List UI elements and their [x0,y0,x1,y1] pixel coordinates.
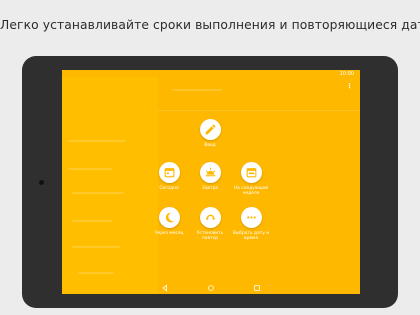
background-title [172,89,222,91]
repeat-icon [199,207,221,228]
status-time: 10:00 [339,70,354,77]
moon-icon [158,207,180,228]
option-next-month[interactable]: Через месяц [147,207,191,236]
background-list-item [72,246,120,248]
background-list-item [68,140,126,142]
app-screen: 10:00 ⋮ Ввод Сегодня Завтра На следующей… [62,70,360,294]
background-list-item [78,272,114,274]
home-icon[interactable] [207,284,215,292]
option-label: Через месяц [154,231,184,236]
calendar-week-icon [240,162,262,183]
option-repeat[interactable]: Установить повтор [188,207,232,241]
option-label: Установить повтор [196,231,224,242]
option-label: Завтра [201,186,219,191]
pencil-icon [199,119,221,140]
headline: Легко устанавливайте сроки выполнения и … [0,18,420,32]
overflow-menu-icon[interactable]: ⋮ [346,83,353,90]
option-next-week[interactable]: На следующей неделе [229,162,273,196]
edit-label: Ввод [204,143,216,148]
calendar-icon [158,162,180,183]
background-list-item [68,168,112,170]
option-label: Сегодня [159,186,179,191]
status-bar: 10:00 [62,70,360,77]
option-label: На следующей неделе [233,186,269,197]
camera [39,180,44,185]
recents-icon[interactable] [253,284,261,292]
background-sidebar [62,77,158,294]
sunrise-icon [199,162,221,183]
back-icon[interactable] [161,283,169,292]
edit-option[interactable]: Ввод [188,119,232,148]
system-navbar [62,281,360,294]
background-list-item [72,192,124,194]
more-dots-icon [240,207,262,228]
option-pick-date[interactable]: Выбрать дату и время [229,207,273,241]
background-divider [158,110,360,111]
tablet-frame: 10:00 ⋮ Ввод Сегодня Завтра На следующей… [22,56,398,308]
option-today[interactable]: Сегодня [147,162,191,191]
option-label: Выбрать дату и время [232,231,270,242]
option-tomorrow[interactable]: Завтра [188,162,232,191]
background-list-item [72,220,112,222]
